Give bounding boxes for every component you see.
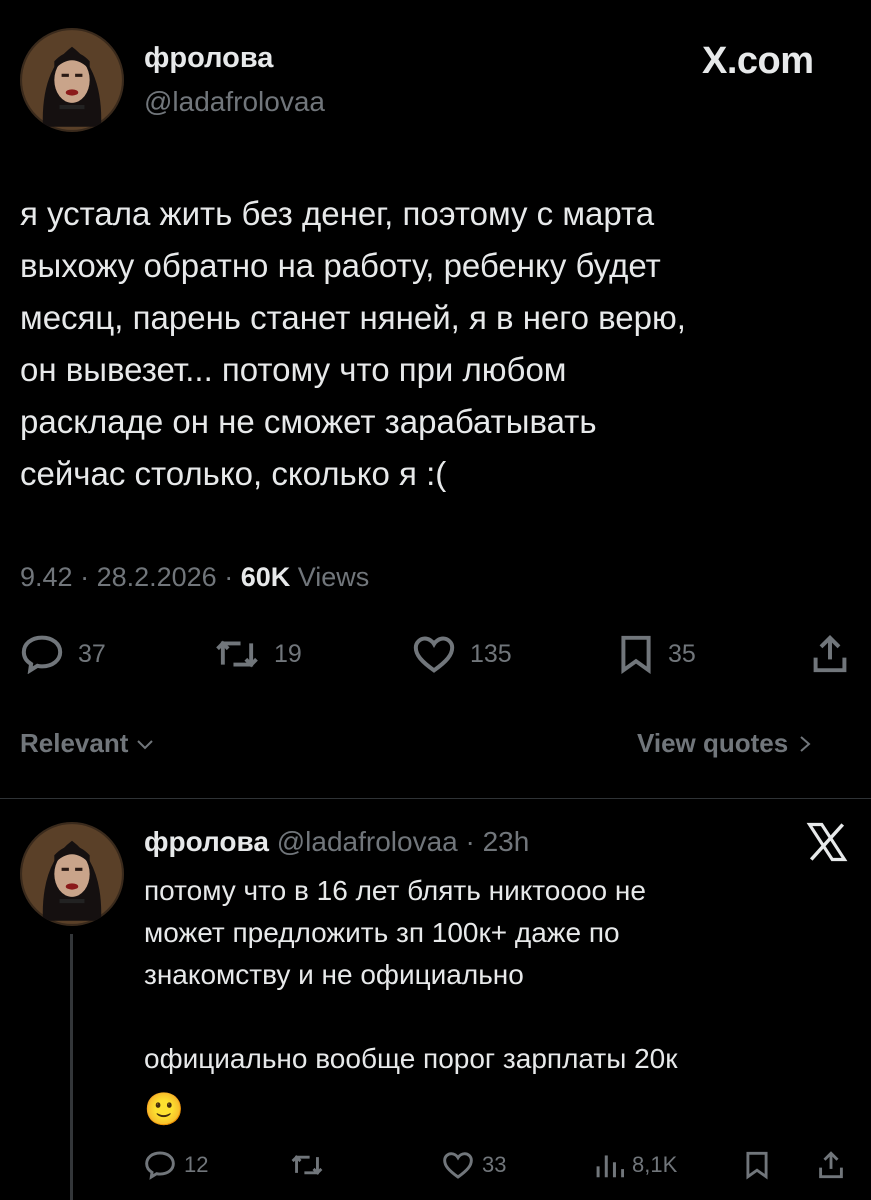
share-icon: [819, 1151, 843, 1179]
views-icon: [596, 1155, 624, 1178]
reply-text: потому что в 16 лет блять никтоооо не мо…: [144, 875, 678, 1074]
avatar-image: [20, 28, 124, 132]
reply-button[interactable]: 37: [20, 634, 106, 674]
tweet-time[interactable]: 9.42: [20, 562, 73, 592]
meta-separator: ·: [465, 826, 483, 857]
views-label: Views: [297, 562, 370, 592]
reply-views-count: 8,1K: [632, 1152, 678, 1177]
bookmark-icon: [621, 635, 651, 674]
reply-handle[interactable]: @ladafrolovaa: [277, 826, 458, 857]
meta-separator: ·: [224, 562, 241, 592]
reply-repost-button[interactable]: [290, 1150, 324, 1180]
heart-icon: [413, 636, 455, 673]
display-name[interactable]: фролова: [144, 42, 273, 75]
avatar-image: [20, 822, 124, 926]
reply-icon: [145, 1151, 175, 1180]
avatar[interactable]: [20, 28, 124, 132]
meta-separator: ·: [80, 562, 97, 592]
sort-label: Relevant: [20, 728, 129, 758]
like-button[interactable]: 135: [412, 634, 512, 674]
reply-display-name[interactable]: фролова: [144, 826, 269, 857]
chevron-right-icon: [800, 735, 811, 752]
reply-like-button[interactable]: 33: [442, 1150, 506, 1180]
x-brand-logo: X.com: [702, 40, 814, 82]
view-quotes-label: View quotes: [637, 728, 789, 758]
reply-views-button[interactable]: 8,1K: [594, 1150, 677, 1180]
tweet-date[interactable]: 28.2.2026: [97, 562, 217, 592]
reply-bookmark-button[interactable]: [744, 1150, 770, 1180]
reply-like-count: 33: [482, 1152, 507, 1177]
repost-icon: [216, 640, 258, 668]
reply-header: фролова @ladafrolovaa · 23h: [144, 826, 529, 858]
repost-icon: [291, 1155, 323, 1175]
divider: [0, 798, 871, 799]
reply-icon: [21, 635, 63, 674]
reply-share-button[interactable]: [818, 1150, 844, 1180]
views-count: 60K: [240, 562, 291, 592]
bookmark-icon: [746, 1151, 768, 1180]
reply-emoji: 🙂: [144, 1091, 184, 1127]
sort-dropdown[interactable]: Relevant: [20, 728, 154, 759]
tweet-meta: 9.42 · 28.2.2026 · 60K Views: [20, 562, 369, 593]
reply-reply-button[interactable]: 12: [144, 1150, 208, 1180]
share-button[interactable]: [812, 634, 848, 674]
x-logo-icon: [806, 822, 848, 867]
thread-line: [70, 934, 73, 1200]
heart-icon: [443, 1152, 473, 1179]
handle[interactable]: @ladafrolovaa: [144, 86, 325, 118]
reply-reply-count: 12: [184, 1152, 209, 1177]
like-count: 135: [470, 639, 512, 668]
share-icon: [813, 634, 847, 673]
chevron-down-icon: [137, 739, 154, 749]
reply-avatar[interactable]: [20, 822, 124, 926]
bookmark-count: 35: [668, 639, 696, 668]
tweet-text: я устала жить без денег, поэтому с марта…: [20, 195, 686, 492]
view-quotes-link[interactable]: View quotes: [637, 728, 812, 759]
reply-age[interactable]: 23h: [483, 826, 530, 857]
repost-button[interactable]: 19: [214, 634, 302, 674]
reply-count: 37: [78, 639, 106, 668]
repost-count: 19: [274, 639, 302, 668]
bookmark-button[interactable]: 35: [618, 634, 696, 674]
